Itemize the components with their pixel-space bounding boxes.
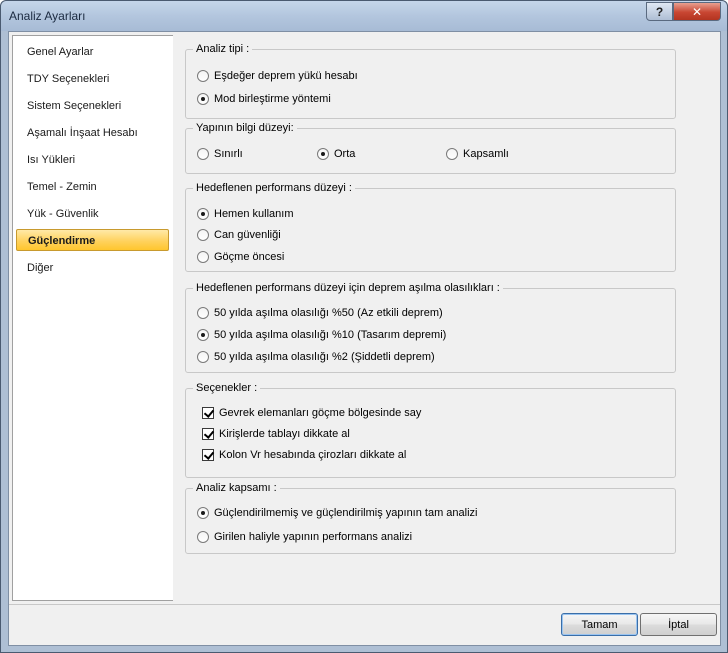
sidebar-item-diger[interactable]: Diğer xyxy=(16,257,169,279)
analysis-scope-group: Analiz kapsamı : Güçlendirilmemiş ve güç… xyxy=(185,481,676,554)
close-icon: ✕ xyxy=(691,4,703,19)
group-title: Seçenekler : xyxy=(193,381,261,395)
sidebar-item-isi-yukleri[interactable]: Isı Yükleri xyxy=(16,149,169,171)
radio-indicator xyxy=(446,148,458,160)
sidebar-item-label: Genel Ayarlar xyxy=(27,46,94,58)
option-label: Eşdeğer deprem yükü hesabı xyxy=(214,70,358,82)
radio-indicator xyxy=(197,507,209,519)
sidebar-item-label: Yük - Güvenlik xyxy=(27,208,99,220)
settings-category-list: Genel Ayarlar TDY Seçenekleri Sistem Seç… xyxy=(12,35,174,601)
footer-divider xyxy=(9,604,720,605)
radio-exceedance-2[interactable]: 50 yılda aşılma olasılığı %2 (Şiddetli d… xyxy=(197,349,435,365)
cancel-button[interactable]: İptal xyxy=(640,613,717,636)
radio-as-entered-analysis[interactable]: Girilen haliyle yapının performans anali… xyxy=(197,529,412,545)
radio-indicator xyxy=(197,531,209,543)
sidebar-item-genel-ayarlar[interactable]: Genel Ayarlar xyxy=(16,41,169,63)
sidebar-item-label: Diğer xyxy=(27,262,54,274)
radio-indicator xyxy=(317,148,329,160)
option-label: 50 yılda aşılma olasılığı %10 (Tasarım d… xyxy=(214,329,447,341)
sidebar-item-tdy-secenekleri[interactable]: TDY Seçenekleri xyxy=(16,68,169,90)
radio-indicator xyxy=(197,229,209,241)
exceedance-probability-group: Hedeflenen performans düzeyi için deprem… xyxy=(185,281,676,373)
help-button[interactable]: ? xyxy=(646,2,673,21)
option-label: Mod birleştirme yöntemi xyxy=(214,93,331,105)
radio-mode-superposition[interactable]: Mod birleştirme yöntemi xyxy=(197,91,331,107)
sidebar-item-guclendirme[interactable]: Güçlendirme xyxy=(16,229,169,251)
radio-exceedance-10[interactable]: 50 yılda aşılma olasılığı %10 (Tasarım d… xyxy=(197,327,446,343)
option-label: 50 yılda aşılma olasılığı %2 (Şiddetli d… xyxy=(214,351,435,363)
radio-indicator xyxy=(197,307,209,319)
title-bar[interactable]: Analiz Ayarları ? ✕ xyxy=(1,1,727,31)
option-label: Kolon Vr hesabında çirozları dikkate al xyxy=(219,449,407,461)
group-title: Hedeflenen performans düzeyi : xyxy=(193,181,355,195)
option-label: Can güvenliği xyxy=(214,229,281,241)
radio-indicator xyxy=(197,351,209,363)
option-label: 50 yılda aşılma olasılığı %50 (Az etkili… xyxy=(214,307,443,319)
radio-equivalent-seismic-load[interactable]: Eşdeğer deprem yükü hesabı xyxy=(197,68,358,84)
radio-exceedance-50[interactable]: 50 yılda aşılma olasılığı %50 (Az etkili… xyxy=(197,305,443,321)
radio-indicator xyxy=(197,208,209,220)
group-title: Hedeflenen performans düzeyi için deprem… xyxy=(193,281,503,295)
checkbox-indicator xyxy=(202,449,214,461)
sidebar-item-label: Güçlendirme xyxy=(28,235,96,247)
sidebar-item-label: Sistem Seçenekleri xyxy=(27,100,122,112)
checkbox-indicator xyxy=(202,428,214,440)
sidebar-item-label: TDY Seçenekleri xyxy=(27,73,110,85)
radio-indicator xyxy=(197,251,209,263)
radio-indicator xyxy=(197,148,209,160)
analysis-type-group: Analiz tipi : Eşdeğer deprem yükü hesabı… xyxy=(185,42,676,119)
radio-full-analysis[interactable]: Güçlendirilmemiş ve güçlendirilmiş yapın… xyxy=(197,505,478,521)
options-group: Seçenekler : Gevrek elemanları göçme böl… xyxy=(185,381,676,478)
sidebar-item-label: Aşamalı İnşaat Hesabı xyxy=(27,127,138,139)
option-label: Güçlendirilmemiş ve güçlendirilmiş yapın… xyxy=(214,507,478,519)
option-label: Hemen kullanım xyxy=(214,208,294,220)
window-title: Analiz Ayarları xyxy=(9,9,86,23)
sidebar-item-yuk-guvenlik[interactable]: Yük - Güvenlik xyxy=(16,203,169,225)
knowledge-level-group: Yapının bilgi düzeyi: Sınırlı Orta Kapsa… xyxy=(185,121,676,174)
help-icon: ? xyxy=(655,4,664,19)
radio-indicator xyxy=(197,329,209,341)
performance-level-group: Hedeflenen performans düzeyi : Hemen kul… xyxy=(185,181,676,272)
option-label: Gevrek elemanları göçme bölgesinde say xyxy=(219,407,422,419)
radio-medium[interactable]: Orta xyxy=(317,146,355,162)
option-label: Girilen haliyle yapının performans anali… xyxy=(214,531,413,543)
sidebar-item-label: Temel - Zemin xyxy=(27,181,97,193)
checkbox-brittle-elements[interactable]: Gevrek elemanları göçme bölgesinde say xyxy=(202,405,421,421)
option-label: Kirişlerde tablayı dikkate al xyxy=(219,428,350,440)
option-label: Sınırlı xyxy=(214,148,243,160)
radio-indicator xyxy=(197,93,209,105)
option-label: Göçme öncesi xyxy=(214,251,285,263)
settings-panel: Analiz tipi : Eşdeğer deprem yükü hesabı… xyxy=(173,35,717,601)
radio-immediate-occupancy[interactable]: Hemen kullanım xyxy=(197,206,293,222)
group-title: Analiz kapsamı : xyxy=(193,481,280,495)
radio-life-safety[interactable]: Can güvenliği xyxy=(197,227,281,243)
option-label: Kapsamlı xyxy=(463,148,509,160)
dialog-client: Genel Ayarlar TDY Seçenekleri Sistem Seç… xyxy=(8,31,721,646)
sidebar-item-temel-zemin[interactable]: Temel - Zemin xyxy=(16,176,169,198)
dialog-window: Analiz Ayarları ? ✕ Genel Ayarlar TDY Se… xyxy=(0,0,728,653)
radio-comprehensive[interactable]: Kapsamlı xyxy=(446,146,509,162)
radio-collapse-prevention[interactable]: Göçme öncesi xyxy=(197,249,284,265)
radio-indicator xyxy=(197,70,209,82)
sidebar-item-asamali-insaat[interactable]: Aşamalı İnşaat Hesabı xyxy=(16,122,169,144)
sidebar-item-label: Isı Yükleri xyxy=(27,154,76,166)
option-label: Orta xyxy=(334,148,356,160)
ok-button[interactable]: Tamam xyxy=(561,613,638,636)
close-button[interactable]: ✕ xyxy=(673,2,721,21)
radio-limited[interactable]: Sınırlı xyxy=(197,146,243,162)
sidebar-item-sistem-secenekleri[interactable]: Sistem Seçenekleri xyxy=(16,95,169,117)
group-title: Yapının bilgi düzeyi: xyxy=(193,121,297,135)
checkbox-beam-slab[interactable]: Kirişlerde tablayı dikkate al xyxy=(202,426,350,442)
checkbox-column-ties[interactable]: Kolon Vr hesabında çirozları dikkate al xyxy=(202,447,406,463)
checkbox-indicator xyxy=(202,407,214,419)
group-title: Analiz tipi : xyxy=(193,42,253,56)
